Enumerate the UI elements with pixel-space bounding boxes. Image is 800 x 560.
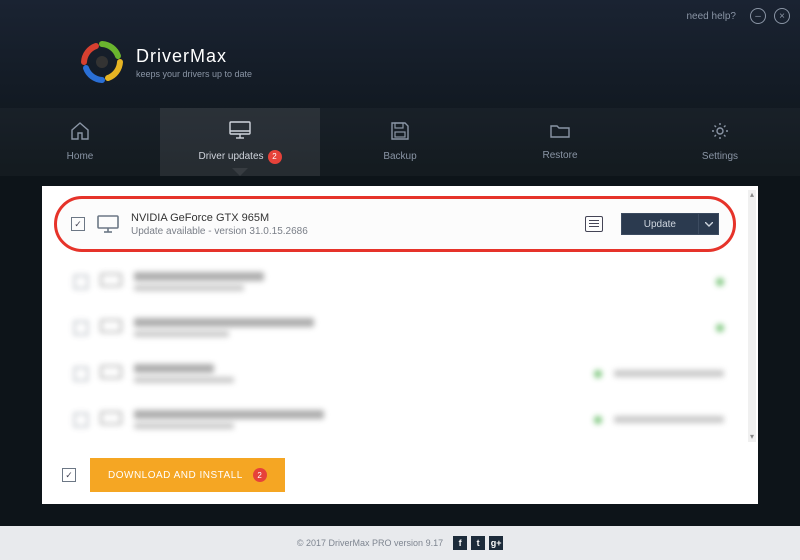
status-text (614, 416, 724, 423)
window-controls: need help? – × (687, 8, 791, 24)
brand-block: DriverMax keeps your drivers up to date (80, 40, 252, 84)
tab-label: Driver updates (198, 151, 263, 162)
folder-icon (550, 123, 570, 144)
driver-row-blurred (74, 272, 724, 291)
minimize-button[interactable]: – (750, 8, 766, 24)
panel-footer: ✓ DOWNLOAD AND INSTALL 2 (62, 458, 738, 492)
app-tagline: keeps your drivers up to date (136, 69, 252, 79)
scroll-up-icon[interactable]: ▴ (748, 190, 756, 200)
row-checkbox (74, 413, 88, 427)
driver-row-blurred (74, 410, 724, 429)
update-button[interactable]: Update (622, 219, 698, 230)
close-button[interactable]: × (774, 8, 790, 24)
driver-row-blurred (74, 318, 724, 337)
status-bar: © 2017 DriverMax PRO version 9.17 f t g+ (0, 526, 800, 560)
display-device-icon (97, 215, 119, 233)
row-checkbox (74, 275, 88, 289)
row-checkbox (74, 321, 88, 335)
status-dot-icon (716, 324, 724, 332)
tab-settings[interactable]: Settings (640, 108, 800, 176)
main-nav: Home Driver updates 2 Backup Restore Set… (0, 108, 800, 176)
download-count-badge: 2 (253, 468, 267, 482)
driver-subtitle: Update available - version 31.0.15.2686 (131, 226, 573, 237)
select-all-checkbox[interactable]: ✓ (62, 468, 76, 482)
tab-backup[interactable]: Backup (320, 108, 480, 176)
updates-count-badge: 2 (268, 150, 282, 164)
social-links: f t g+ (453, 536, 503, 550)
driver-row-blurred (74, 364, 724, 383)
driver-row-highlighted[interactable]: ✓ NVIDIA GeForce GTX 965M Update availab… (54, 196, 736, 252)
content-panel: ✓ NVIDIA GeForce GTX 965M Update availab… (42, 186, 758, 504)
driver-list: ✓ NVIDIA GeForce GTX 965M Update availab… (42, 186, 744, 446)
device-icon (100, 319, 122, 337)
tab-label: Home (67, 151, 94, 162)
tab-home[interactable]: Home (0, 108, 160, 176)
facebook-icon[interactable]: f (453, 536, 467, 550)
status-dot-icon (716, 278, 724, 286)
status-text (614, 370, 724, 377)
app-logo-icon (80, 40, 124, 84)
list-scrollbar[interactable]: ▴ ▾ (748, 190, 756, 442)
copyright-text: © 2017 DriverMax PRO version 9.17 (297, 538, 443, 548)
device-icon (100, 365, 122, 383)
tab-label: Settings (702, 151, 738, 162)
help-link[interactable]: need help? (687, 11, 737, 22)
gear-icon (711, 122, 729, 145)
status-dot-icon (594, 416, 602, 424)
device-icon (100, 411, 122, 429)
device-icon (100, 273, 122, 291)
home-icon (70, 122, 90, 145)
row-checkbox (74, 367, 88, 381)
driver-title: NVIDIA GeForce GTX 965M (131, 212, 573, 224)
update-dropdown-toggle[interactable] (698, 213, 718, 235)
tab-label: Backup (383, 151, 416, 162)
download-install-button[interactable]: DOWNLOAD AND INSTALL 2 (90, 458, 285, 492)
details-icon[interactable] (585, 216, 603, 232)
save-icon (391, 122, 409, 145)
tab-label: Restore (542, 150, 577, 161)
tab-driver-updates[interactable]: Driver updates 2 (160, 108, 320, 176)
row-checkbox[interactable]: ✓ (71, 217, 85, 231)
monitor-icon (229, 121, 251, 144)
update-button-group: Update (621, 213, 719, 235)
status-dot-icon (594, 370, 602, 378)
tab-restore[interactable]: Restore (480, 108, 640, 176)
scroll-down-icon[interactable]: ▾ (748, 432, 756, 442)
download-install-label: DOWNLOAD AND INSTALL (108, 470, 243, 481)
twitter-icon[interactable]: t (471, 536, 485, 550)
googleplus-icon[interactable]: g+ (489, 536, 503, 550)
app-name: DriverMax (136, 46, 252, 67)
